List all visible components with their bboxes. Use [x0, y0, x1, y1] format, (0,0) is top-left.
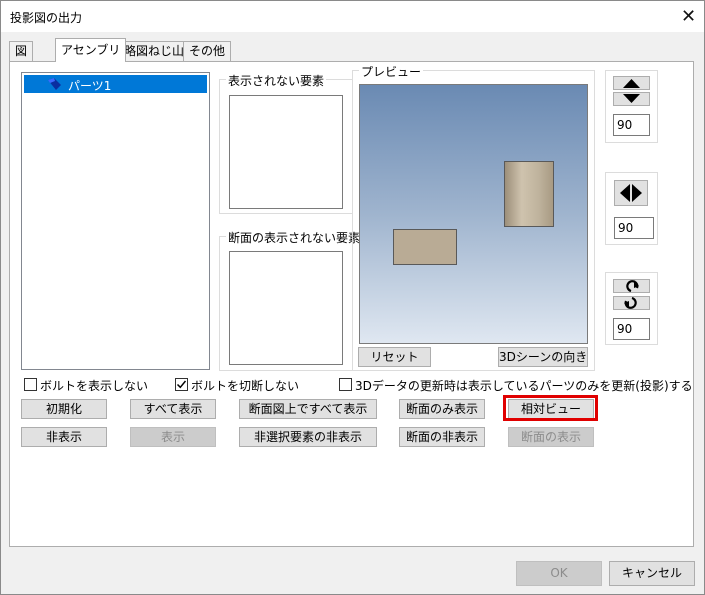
rotate-cw-icon	[626, 280, 639, 293]
down-arrow-button[interactable]	[613, 92, 650, 106]
scene-direction-button[interactable]: 3Dシーンの向き	[498, 347, 588, 367]
hidden-elements-list[interactable]	[229, 95, 343, 209]
down-arrow-icon	[623, 94, 640, 103]
checkmark-icon	[176, 380, 187, 389]
section-hidden-list[interactable]	[229, 251, 343, 365]
checkbox-label: ボルトを表示しない	[40, 379, 149, 393]
up-arrow-icon	[623, 79, 640, 88]
preview-part-cylinder	[504, 161, 554, 227]
checkbox-label: 3Dデータの更新時は表示しているパーツのみを更新(投影)する	[355, 379, 693, 393]
checkbox-box[interactable]	[175, 378, 188, 391]
show-section-only-button[interactable]: 断面のみ表示	[399, 399, 485, 419]
hide-button[interactable]: 非表示	[21, 427, 107, 447]
show-all-button[interactable]: すべて表示	[130, 399, 216, 419]
tab-thread[interactable]: 略図ねじ山	[118, 41, 191, 61]
part-icon	[46, 77, 64, 94]
preview-part-box	[393, 229, 457, 265]
cancel-button[interactable]: キャンセル	[609, 561, 695, 586]
show-button[interactable]: 表示	[130, 427, 216, 447]
list-item-label: パーツ1	[68, 79, 112, 93]
tab-other[interactable]: その他	[183, 41, 232, 61]
rotate-ccw-button[interactable]	[613, 296, 650, 310]
rotate-ccw-icon	[624, 296, 637, 309]
preview-label: プレビュー	[359, 63, 424, 80]
checkbox-label: ボルトを切断しない	[191, 379, 300, 393]
title-bar: 投影図の出力 ✕	[1, 1, 704, 32]
initialize-button[interactable]: 初期化	[21, 399, 107, 419]
vertical-angle-input[interactable]: 90	[613, 114, 650, 136]
highlight-box	[503, 395, 598, 421]
up-arrow-button[interactable]	[613, 76, 650, 90]
rotate-angle-input[interactable]: 90	[613, 318, 650, 340]
rotate-cw-button[interactable]	[613, 279, 650, 293]
hide-section-button[interactable]: 断面の非表示	[399, 427, 485, 447]
hide-unselected-button[interactable]: 非選択要素の非表示	[239, 427, 377, 447]
checkbox-box[interactable]	[339, 378, 352, 391]
section-hidden-label: 断面の表示されない要素	[226, 229, 363, 246]
reset-button[interactable]: リセット	[358, 347, 431, 367]
left-right-arrow-icon	[620, 184, 642, 202]
hidden-elements-label: 表示されない要素	[226, 72, 327, 89]
horizontal-angle-input[interactable]: 90	[614, 217, 654, 239]
checkbox-box[interactable]	[24, 378, 37, 391]
list-item[interactable]: パーツ1	[24, 75, 207, 93]
window-title: 投影図の出力	[10, 11, 83, 25]
ok-button[interactable]: OK	[516, 561, 602, 586]
close-icon[interactable]: ✕	[673, 1, 704, 32]
show-all-on-section-button[interactable]: 断面図上ですべて表示	[239, 399, 377, 419]
parts-listbox[interactable]: パーツ1	[21, 72, 210, 370]
tab-figure[interactable]: 図	[9, 41, 34, 61]
left-right-arrow-button[interactable]	[614, 180, 648, 206]
tab-assembly[interactable]: アセンブリ	[55, 38, 127, 62]
show-section-button[interactable]: 断面の表示	[508, 427, 594, 447]
